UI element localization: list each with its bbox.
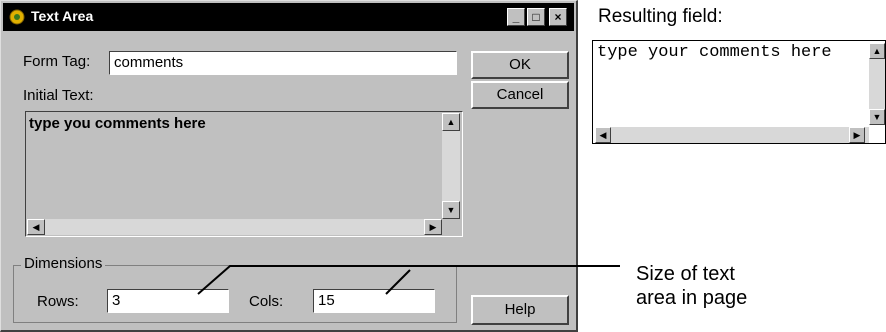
- callout-text: Size of text area in page: [636, 262, 747, 310]
- cols-callout-line: [385, 269, 411, 295]
- callout-lines: [197, 265, 620, 295]
- callout-line-2: area in page: [636, 287, 748, 309]
- callout-line-1: Size of text: [636, 263, 735, 285]
